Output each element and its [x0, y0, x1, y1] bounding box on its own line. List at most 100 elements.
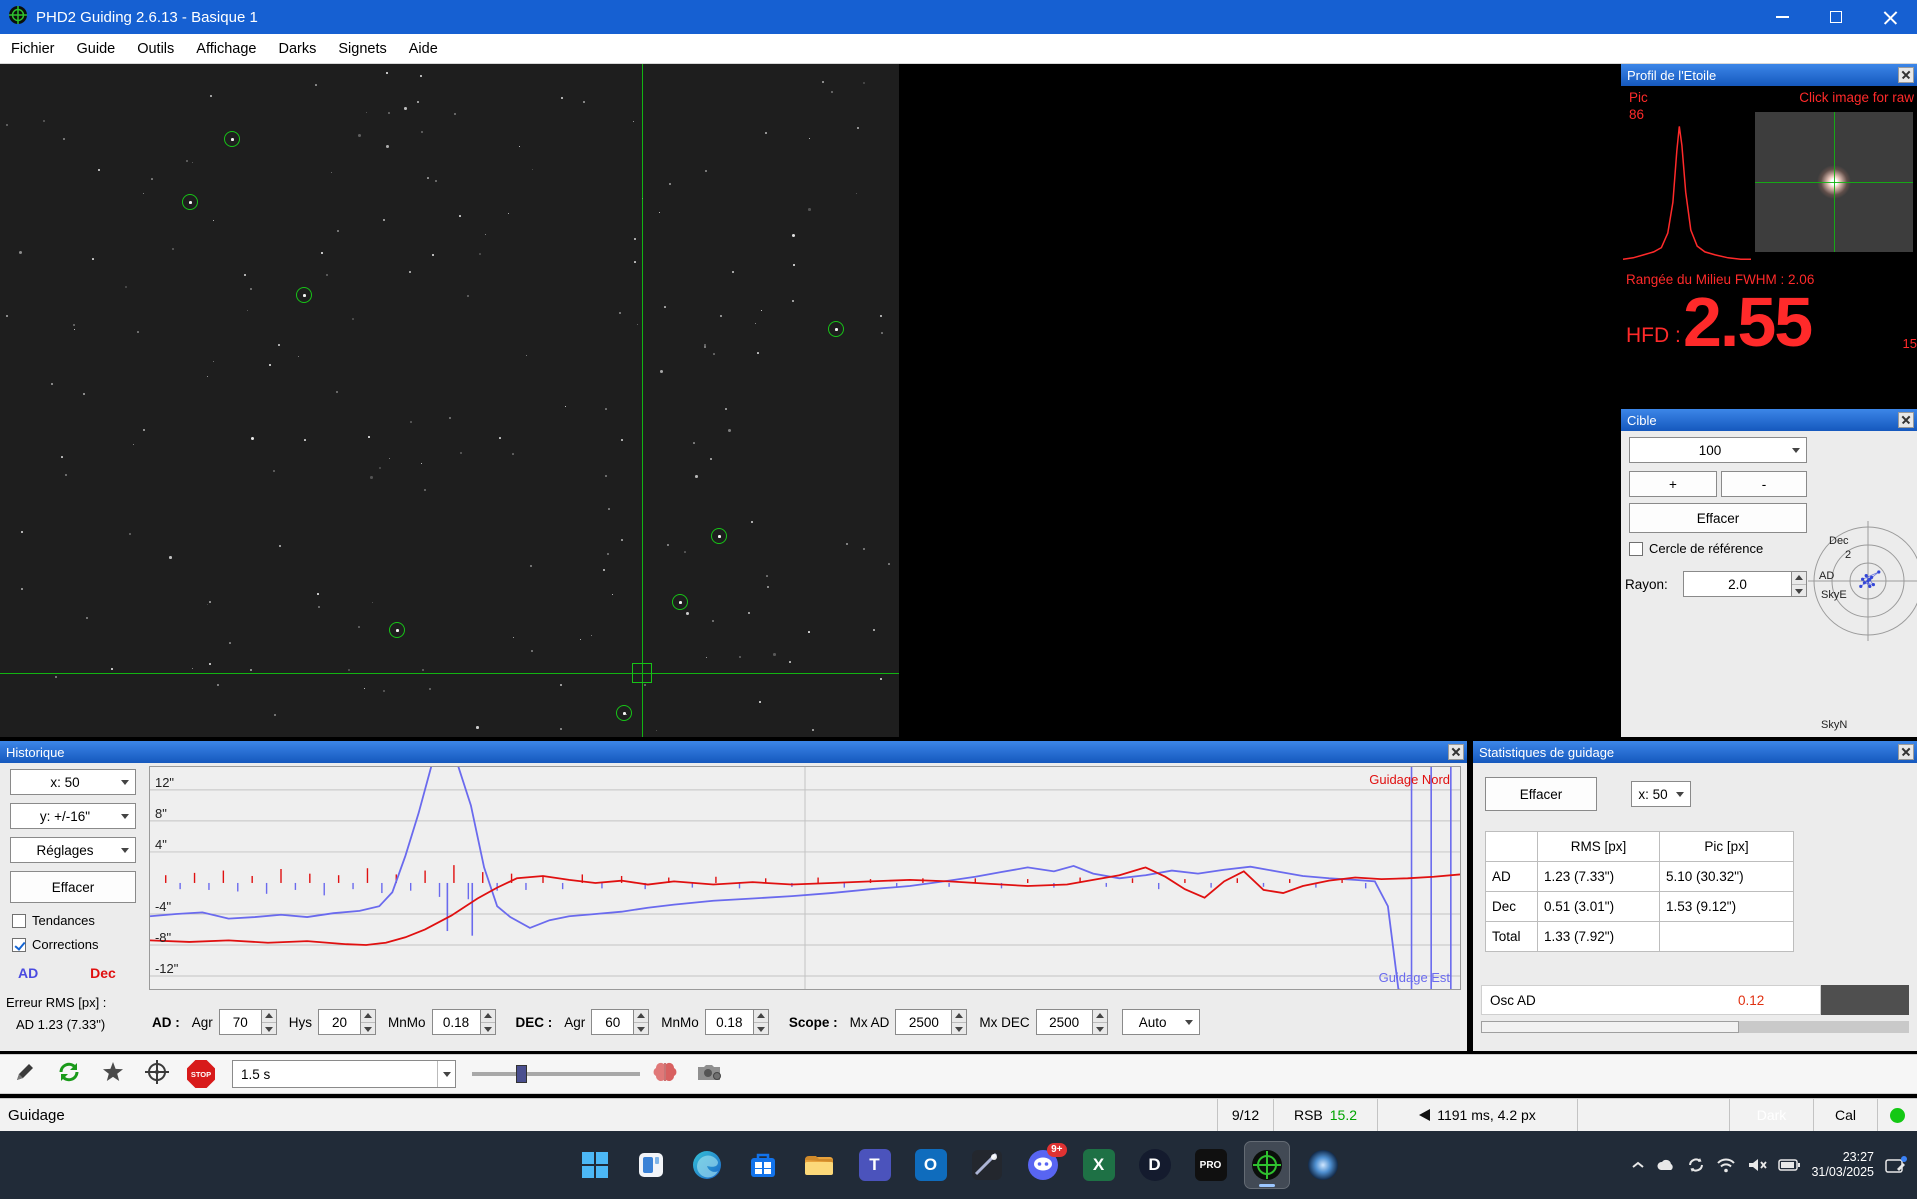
star	[508, 213, 510, 215]
star	[633, 121, 635, 123]
mxad-stepper[interactable]	[895, 1009, 968, 1035]
taskbar-app-discord[interactable]: 9+	[1021, 1142, 1067, 1188]
menu-item-fichier[interactable]: Fichier	[0, 34, 66, 64]
dec-aggr-stepper[interactable]	[591, 1009, 650, 1035]
advanced-settings-button[interactable]	[646, 1058, 684, 1090]
loop-exposure-button[interactable]	[50, 1058, 88, 1090]
menu-item-outils[interactable]: Outils	[126, 34, 185, 64]
system-tray: 23:27 31/03/2025	[1631, 1131, 1907, 1199]
starfield-image[interactable]	[0, 64, 899, 737]
stats-value: 5.10 (30.32")	[1659, 861, 1794, 892]
close-icon[interactable]	[1898, 744, 1914, 760]
taskbar-app-photos[interactable]	[965, 1142, 1009, 1188]
taskbar-app-edge[interactable]	[685, 1142, 729, 1188]
star	[315, 84, 317, 86]
star	[751, 521, 754, 524]
camera-properties-button[interactable]	[690, 1058, 728, 1090]
close-button[interactable]	[1863, 0, 1917, 34]
taskbar-app-explorer[interactable]	[797, 1142, 841, 1188]
taskbar-app-widgets[interactable]	[629, 1142, 673, 1188]
dec-mnmo-stepper[interactable]	[704, 1009, 769, 1035]
taskbar-app-dss[interactable]: D	[1133, 1142, 1177, 1188]
target-clear-button[interactable]: Effacer	[1629, 503, 1807, 533]
history-settings-dropdown[interactable]: Réglages	[10, 837, 136, 863]
reference-circle-checkbox[interactable]	[1629, 541, 1643, 556]
battery-icon[interactable]	[1778, 1159, 1801, 1171]
corrections-checkbox[interactable]	[12, 937, 26, 952]
star	[605, 408, 607, 410]
menu-item-aide[interactable]: Aide	[398, 34, 449, 64]
stop-button[interactable]: STOP	[182, 1058, 220, 1090]
stats-clear-button[interactable]: Effacer	[1485, 777, 1597, 811]
stepper-up-icon[interactable]	[1792, 572, 1806, 585]
ra-hys-stepper[interactable]	[318, 1009, 377, 1035]
exposure-dropdown[interactable]: 1.5 s	[232, 1060, 456, 1088]
star	[321, 252, 324, 255]
star	[526, 355, 528, 357]
onedrive-cloud-icon[interactable]	[1656, 1157, 1676, 1173]
taskbar-app-excel[interactable]: X	[1077, 1142, 1121, 1188]
stretch-slider[interactable]	[472, 1061, 640, 1087]
star	[761, 310, 763, 312]
auto-select-star-button[interactable]	[94, 1058, 132, 1090]
scrollbar-thumb[interactable]	[1481, 1021, 1739, 1033]
stats-row-label: Dec	[1485, 891, 1538, 922]
trendlines-checkbox[interactable]	[12, 913, 26, 928]
taskbar-app-stellarium[interactable]	[1301, 1142, 1345, 1188]
close-icon[interactable]	[1898, 67, 1914, 83]
zoom-out-button[interactable]: -	[1721, 471, 1807, 497]
ra-mnmo-stepper[interactable]	[431, 1009, 496, 1035]
taskbar-clock[interactable]: 23:27 31/03/2025	[1811, 1150, 1874, 1180]
stats-xscale-dropdown[interactable]: x: 50	[1631, 781, 1691, 807]
star	[21, 531, 24, 534]
menu-item-affichage[interactable]: Affichage	[185, 34, 267, 64]
star	[621, 539, 624, 542]
radius-value[interactable]	[1684, 572, 1791, 596]
menu-item-guide[interactable]: Guide	[66, 34, 127, 64]
guide-star-thumbnail[interactable]	[1755, 112, 1913, 252]
history-body: x: 50 y: +/-16" Réglages Effacer Tendanc…	[0, 763, 1467, 1051]
history-clear-button[interactable]: Effacer	[10, 871, 136, 903]
start-guiding-button[interactable]	[138, 1058, 176, 1090]
menu-item-signets[interactable]: Signets	[327, 34, 397, 64]
tray-chevron-icon[interactable]	[1631, 1160, 1645, 1170]
taskbar-app-outlook[interactable]: O	[909, 1142, 953, 1188]
wifi-icon[interactable]	[1716, 1157, 1736, 1173]
close-icon[interactable]	[1448, 744, 1464, 760]
volume-muted-icon[interactable]	[1747, 1157, 1768, 1173]
taskbar-app-start[interactable]	[573, 1142, 617, 1188]
taskbar-app-teams[interactable]: T	[853, 1142, 897, 1188]
star	[129, 533, 132, 536]
stepper-arrows[interactable]	[1791, 572, 1806, 596]
dark-indicator: Dark	[1729, 1099, 1813, 1131]
pulse-cell: 1191 ms, 4.2 px	[1377, 1099, 1577, 1131]
taskbar-app-store[interactable]	[741, 1142, 785, 1188]
menu-item-darks[interactable]: Darks	[268, 34, 328, 64]
guide-history-graph[interactable]: 12" 8" 4" -4" -8" -12" Guidage Nord Guidage Est	[149, 766, 1461, 990]
zoom-in-button[interactable]: +	[1629, 471, 1717, 497]
star	[213, 361, 215, 363]
minimize-button[interactable]	[1755, 0, 1809, 34]
slider-thumb[interactable]	[516, 1065, 527, 1083]
star	[273, 470, 275, 472]
close-icon[interactable]	[1898, 412, 1914, 428]
connect-equipment-button[interactable]	[6, 1058, 44, 1090]
taskbar-app-phd2[interactable]	[1243, 1141, 1290, 1189]
snr-cell: RSB 15.2	[1273, 1099, 1377, 1131]
guide-stats-table: RMS [px] Pic [px] AD 1.23 (7.33") 5.10 (30.3…	[1485, 831, 1794, 952]
touch-keyboard-icon[interactable]	[1885, 1155, 1907, 1175]
taskbar-app-procam[interactable]: PRO	[1189, 1142, 1233, 1188]
star	[427, 177, 429, 179]
mxdec-stepper[interactable]	[1035, 1009, 1108, 1035]
maximize-button[interactable]	[1809, 0, 1863, 34]
sync-arrows-icon[interactable]	[1687, 1157, 1705, 1173]
target-zoom-dropdown[interactable]: 100	[1629, 437, 1807, 463]
ra-aggr-stepper[interactable]	[218, 1009, 277, 1035]
dec-mode-dropdown[interactable]: Auto	[1121, 1009, 1200, 1035]
stepper-down-icon[interactable]	[1792, 584, 1806, 596]
history-yscale-dropdown[interactable]: y: +/-16"	[10, 803, 136, 829]
window-title: PHD2 Guiding 2.6.13 - Basique 1	[36, 8, 258, 26]
stats-horizontal-scrollbar[interactable]	[1481, 1021, 1909, 1033]
history-xscale-dropdown[interactable]: x: 50	[10, 769, 136, 795]
radius-stepper[interactable]	[1683, 571, 1807, 597]
